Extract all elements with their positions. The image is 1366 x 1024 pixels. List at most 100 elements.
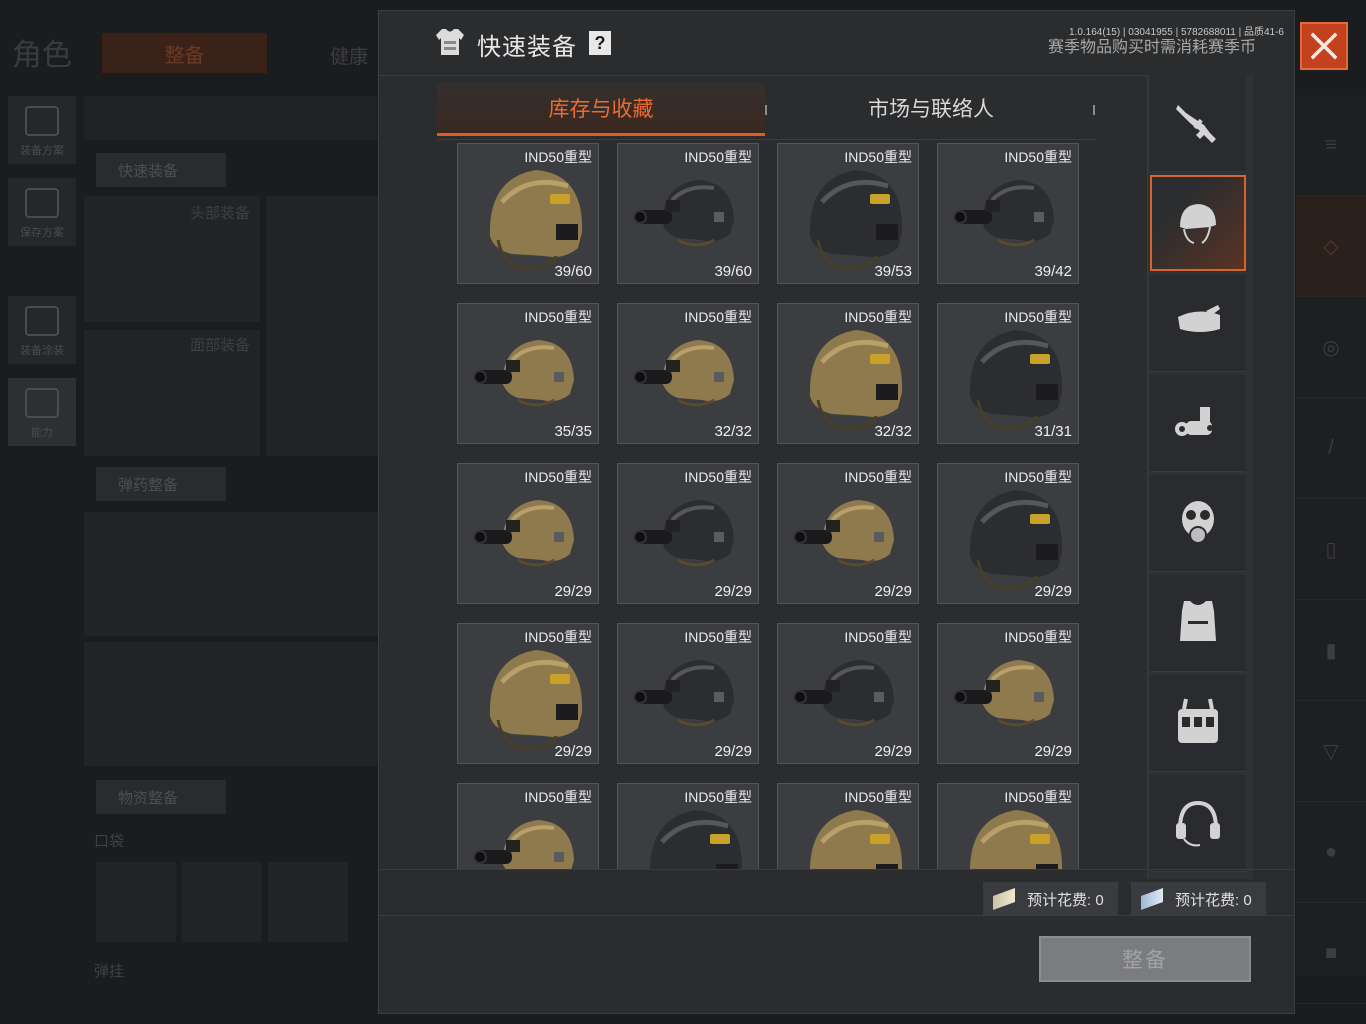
item-card[interactable]: IND50重型 32/32 (777, 303, 919, 444)
item-card[interactable]: IND50重型 29/29 (457, 623, 599, 764)
category-armor-vest[interactable] (1150, 575, 1246, 672)
money-icon (993, 887, 1015, 911)
category-gas-mask[interactable] (1150, 475, 1246, 572)
footer-divider (379, 915, 1294, 916)
item-name: IND50重型 (524, 309, 592, 325)
item-card[interactable]: IND50重型 35/35 (457, 303, 599, 444)
skin-button: 装备涂装 (8, 296, 76, 364)
side-label: 装备方案 (20, 145, 64, 157)
close-button[interactable] (1300, 22, 1348, 70)
category-cap[interactable] (1150, 275, 1246, 372)
item-card[interactable]: IND50重型 31/31 (937, 303, 1079, 444)
item-card[interactable]: IND50重型 29/29 (937, 623, 1079, 764)
money-icon (1141, 887, 1163, 911)
tab-health: 健康 (330, 47, 369, 68)
item-card[interactable]: IND50重型 32/32 (617, 303, 759, 444)
item-count: 31/31 (1034, 423, 1072, 440)
tab-bar: 库存与收藏 市场与联络人 (437, 83, 1097, 140)
box-icon: ◇ (1296, 196, 1366, 297)
item-name: IND50重型 (684, 149, 752, 165)
pocket-slot (96, 862, 176, 942)
item-name: IND50重型 (1004, 469, 1072, 485)
pocket-slot (182, 862, 262, 942)
equip-button[interactable]: 整备 (1039, 936, 1251, 982)
nvg-icon: ◎ (1296, 297, 1366, 398)
item-card[interactable]: IND50重型 (937, 783, 1079, 869)
modal-footer: 预计花费: 0 预计花费: 0 整备 (379, 869, 1294, 1014)
sling-label: 弹挂 (94, 963, 125, 980)
item-count: 29/29 (1034, 743, 1072, 760)
item-name: IND50重型 (524, 629, 592, 645)
item-count: 35/35 (554, 423, 592, 440)
item-card[interactable]: IND50重型 (457, 783, 599, 869)
scrollbar[interactable] (1253, 75, 1293, 879)
loadout-plan-button: 装备方案 (8, 96, 76, 164)
bullet-icon: ▮ (1296, 600, 1366, 701)
quick-equip-modal: 快速装备 ? 赛季物品购买时需消耗赛季币 1.0.164(15) | 03041… (378, 10, 1295, 1014)
item-count: 29/29 (1034, 583, 1072, 600)
item-count: 29/29 (554, 743, 592, 760)
nvg-icon (1175, 407, 1213, 436)
item-count: 39/42 (1034, 263, 1072, 280)
vest-icon: ▽ (1296, 701, 1366, 802)
item-card[interactable]: IND50重型 39/60 (617, 143, 759, 284)
item-count: 32/32 (714, 423, 752, 440)
tab-market[interactable]: 市场与联络人 (767, 83, 1095, 133)
lightning-icon (25, 388, 59, 418)
item-card[interactable]: IND50重型 39/53 (777, 143, 919, 284)
help-icon[interactable]: ? (589, 31, 611, 55)
item-card[interactable]: IND50重型 39/60 (457, 143, 599, 284)
category-headset[interactable] (1150, 775, 1246, 872)
chest-rig-icon (1178, 698, 1218, 743)
item-grid: IND50重型 39/60 IND50重型 39/60 IND50重型 39/53 IND5… (439, 139, 1099, 869)
item-count: 29/29 (874, 583, 912, 600)
item-name: IND50重型 (684, 469, 752, 485)
face-slot-label: 面部装备 (190, 337, 251, 354)
item-card[interactable]: IND50重型 29/29 (937, 463, 1079, 604)
item-count: 29/29 (874, 743, 912, 760)
item-card[interactable]: IND50重型 29/29 (617, 463, 759, 604)
category-nvg[interactable] (1150, 375, 1246, 472)
tab-loadout: 整备 (102, 33, 267, 73)
vest-icon (25, 106, 59, 136)
version-text: 1.0.164(15) | 03041955 | 5782688011 | 品质… (1069, 27, 1284, 38)
category-rifle[interactable] (1150, 75, 1246, 172)
quick-equip-chip: 快速装备 (96, 153, 226, 187)
item-count: 39/60 (714, 263, 752, 280)
item-card[interactable]: IND50重型 (777, 783, 919, 869)
item-count: 29/29 (714, 743, 752, 760)
item-name: IND50重型 (844, 149, 912, 165)
background-right-rail: ≡ ◇ ◎ / ▯ ▮ ▽ ● ■ (1296, 95, 1366, 1004)
item-count: 39/53 (874, 263, 912, 280)
page-title: 角色 (12, 39, 72, 72)
tab-inventory[interactable]: 库存与收藏 (437, 83, 765, 136)
side-label: 能力 (31, 427, 53, 439)
item-card[interactable]: IND50重型 29/29 (617, 623, 759, 764)
item-card[interactable]: IND50重型 29/29 (777, 463, 919, 604)
item-card[interactable]: IND50重型 29/29 (777, 623, 919, 764)
head-slot-label: 头部装备 (190, 205, 251, 222)
tab-separator (1093, 105, 1095, 115)
modal-title: 快速装备 (477, 34, 577, 61)
cap-icon (1178, 305, 1220, 332)
background-header-bar (84, 96, 378, 140)
item-name: IND50重型 (844, 309, 912, 325)
item-count: 29/29 (554, 583, 592, 600)
item-name: IND50重型 (524, 789, 592, 805)
helmet-icon (25, 306, 59, 336)
item-card[interactable]: IND50重型 29/29 (457, 463, 599, 604)
close-icon (1310, 32, 1338, 60)
supply-chip: 物资整备 (96, 780, 226, 814)
stack-icon: ≡ (1296, 95, 1366, 196)
cost-label: 预计花费: 0 (1175, 891, 1252, 909)
item-count: 39/60 (554, 263, 592, 280)
headset-icon (1176, 800, 1220, 847)
ammo-panel-2 (84, 642, 378, 766)
item-card[interactable]: IND50重型 39/42 (937, 143, 1079, 284)
cost-chip-coin: 预计花费: 0 (1131, 882, 1266, 916)
category-chest-rig[interactable] (1150, 675, 1246, 772)
item-card[interactable]: IND50重型 (617, 783, 759, 869)
category-helmet[interactable] (1150, 175, 1246, 271)
ammo-chip: 弹药整备 (96, 467, 226, 501)
armor-vest-icon (1180, 601, 1216, 641)
